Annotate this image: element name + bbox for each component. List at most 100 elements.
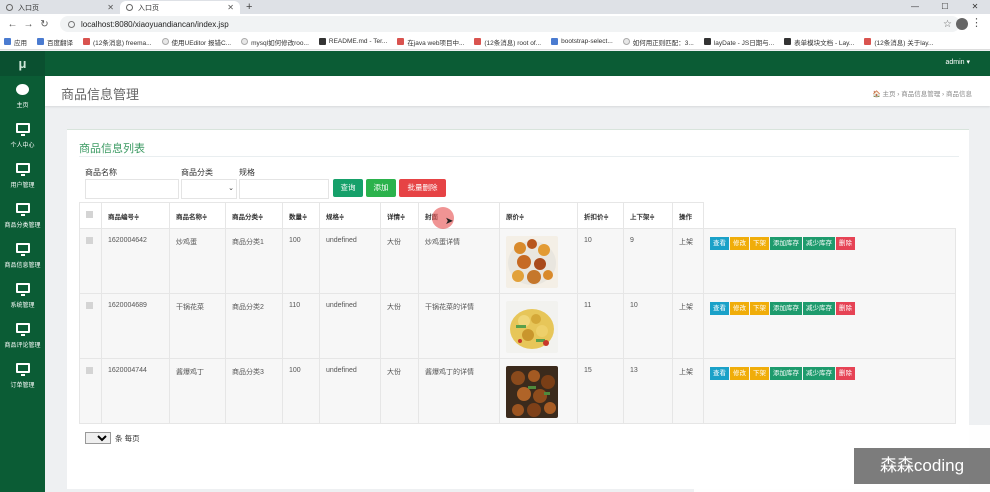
bookmark-item[interactable]: (12条消息) root of...: [474, 37, 541, 47]
sidebar-item-system[interactable]: 系统管理: [0, 276, 45, 316]
cell-detail: 干锅花菜的详情: [418, 293, 500, 359]
cell-detail: 炒鸡蛋详情: [418, 228, 500, 294]
edit-button[interactable]: 修改: [730, 302, 749, 315]
bookmark-star-icon[interactable]: ☆: [943, 19, 952, 30]
cell-cover: [499, 293, 578, 359]
view-button[interactable]: 查看: [710, 367, 729, 380]
col-header[interactable]: 原价≑: [499, 202, 578, 229]
select-all-cell[interactable]: [79, 202, 102, 229]
close-tab-icon[interactable]: ✕: [227, 3, 234, 12]
edit-button[interactable]: 修改: [730, 237, 749, 250]
col-header-actions: [703, 202, 956, 229]
cell-size: 大份: [380, 228, 419, 294]
spec-filter-input[interactable]: [239, 179, 329, 199]
sidebar-item-products[interactable]: 商品信息管理: [0, 236, 45, 276]
sidebar-item-categories[interactable]: 商品分类管理: [0, 196, 45, 236]
apps-icon: [4, 38, 11, 45]
row-checkbox[interactable]: [86, 237, 93, 244]
url-field[interactable]: localhost:8080/xiaoyuandiancan/index.jsp…: [60, 16, 960, 32]
browser-menu-icon[interactable]: ⋮: [971, 16, 982, 29]
name-filter-input[interactable]: [85, 179, 179, 199]
sidebar-item-label: 订单管理: [10, 383, 35, 389]
page-size-select[interactable]: 10: [85, 432, 111, 444]
sidebar-item-home[interactable]: 主页: [0, 76, 45, 116]
batch-delete-button[interactable]: 批量删除: [399, 179, 446, 197]
user-menu[interactable]: admin ▾: [945, 58, 970, 66]
monitor-icon: [15, 243, 30, 256]
info-icon[interactable]: [68, 20, 75, 28]
bookmark-item[interactable]: 使用UEditor 报错C...: [161, 37, 231, 47]
add-stock-button[interactable]: 添加库存: [770, 302, 802, 315]
bookmark-item[interactable]: README.md - Ter...: [318, 38, 387, 45]
bookmark-item[interactable]: mysql如何修改roo...: [241, 37, 309, 47]
back-icon[interactable]: ←: [6, 19, 19, 30]
bookmark-item[interactable]: 表单模块文档 - Lay...: [784, 37, 854, 47]
cell-actions: 查看 修改 下架 添加库存 减少库存 删除: [703, 228, 956, 294]
close-window-icon[interactable]: ✕: [960, 0, 990, 14]
delete-button[interactable]: 删除: [836, 367, 855, 380]
reload-icon[interactable]: ↻: [38, 19, 51, 30]
spec-filter-label: 规格: [239, 168, 255, 177]
add-stock-button[interactable]: 添加库存: [770, 237, 802, 250]
select-all-checkbox[interactable]: [86, 211, 93, 218]
col-header[interactable]: 详情≑: [380, 202, 419, 229]
cell-status: 上架: [672, 228, 704, 294]
sidebar-item-users[interactable]: 用户管理: [0, 156, 45, 196]
row-select-cell[interactable]: [79, 293, 102, 359]
col-header[interactable]: 商品分类≑: [225, 202, 283, 229]
delete-button[interactable]: 删除: [836, 237, 855, 250]
bookmark-icon: [703, 38, 711, 45]
add-button[interactable]: 添加: [366, 179, 396, 197]
new-tab-icon[interactable]: +: [246, 1, 252, 14]
reduce-stock-button[interactable]: 减少库存: [803, 367, 835, 380]
address-bar: ← → ↻ localhost:8080/xiaoyuandiancan/ind…: [0, 14, 990, 34]
col-header[interactable]: 商品编号≑: [101, 202, 170, 229]
bookmark-item[interactable]: (12条消息) 关于lay...: [864, 37, 933, 47]
maximize-icon[interactable]: ☐: [930, 0, 960, 14]
account-icon[interactable]: [956, 18, 968, 30]
unpublish-button[interactable]: 下架: [750, 237, 769, 250]
bookmark-item[interactable]: layDate - JS日期与...: [703, 37, 774, 47]
reduce-stock-button[interactable]: 减少库存: [803, 237, 835, 250]
search-button[interactable]: 查询: [333, 179, 363, 197]
unpublish-button[interactable]: 下架: [750, 367, 769, 380]
bookmark-item[interactable]: (12条消息) freema...: [83, 37, 152, 47]
browser-tab-active[interactable]: 入口页 ✕: [120, 1, 240, 14]
edit-button[interactable]: 修改: [730, 367, 749, 380]
row-checkbox[interactable]: [86, 367, 93, 374]
browser-tab[interactable]: 入口页 ✕: [0, 1, 120, 14]
add-stock-button[interactable]: 添加库存: [770, 367, 802, 380]
tab-favicon-icon: [6, 4, 13, 11]
cell-id: 1620004642: [101, 228, 170, 294]
reduce-stock-button[interactable]: 减少库存: [803, 302, 835, 315]
forward-icon[interactable]: →: [22, 19, 35, 30]
category-select[interactable]: ⌄: [181, 179, 237, 199]
sidebar-item-personal[interactable]: 个人中心: [0, 116, 45, 156]
row-select-cell[interactable]: [79, 228, 102, 294]
cell-category: 商品分类3: [225, 358, 283, 424]
view-button[interactable]: 查看: [710, 302, 729, 315]
view-button[interactable]: 查看: [710, 237, 729, 250]
bookmark-apps[interactable]: 应用: [4, 37, 27, 47]
bookmark-item[interactable]: bootstrap-select...: [551, 38, 613, 45]
col-header[interactable]: 商品名称≑: [169, 202, 226, 229]
unpublish-button[interactable]: 下架: [750, 302, 769, 315]
bookmark-item[interactable]: 百度翻译: [37, 37, 73, 47]
bookmark-item[interactable]: 如何用正则匹配：3...: [622, 37, 694, 47]
col-header[interactable]: 上下架≑: [623, 202, 673, 229]
delete-button[interactable]: 删除: [836, 302, 855, 315]
minimize-icon[interactable]: —: [900, 0, 930, 14]
col-header[interactable]: 规格≑: [319, 202, 381, 229]
monitor-icon: [15, 163, 30, 176]
col-header[interactable]: 折扣价≑: [577, 202, 624, 229]
cell-cover: [499, 228, 578, 294]
row-checkbox[interactable]: [86, 302, 93, 309]
bookmark-item[interactable]: 在java web项目中...: [397, 37, 464, 47]
row-select-cell[interactable]: [79, 358, 102, 424]
table-header-row: 商品编号≑ 商品名称≑ 商品分类≑ 数量≑ 规格≑ 详情≑ 封面 原价≑ 折扣价…: [79, 202, 956, 229]
close-tab-icon[interactable]: ✕: [107, 3, 114, 12]
product-table: 商品编号≑ 商品名称≑ 商品分类≑ 数量≑ 规格≑ 详情≑ 封面 原价≑ 折扣价…: [79, 202, 956, 424]
col-header[interactable]: 数量≑: [282, 202, 320, 229]
sidebar-item-comments[interactable]: 商品评论管理: [0, 316, 45, 356]
sidebar-item-orders[interactable]: 订单管理: [0, 356, 45, 396]
